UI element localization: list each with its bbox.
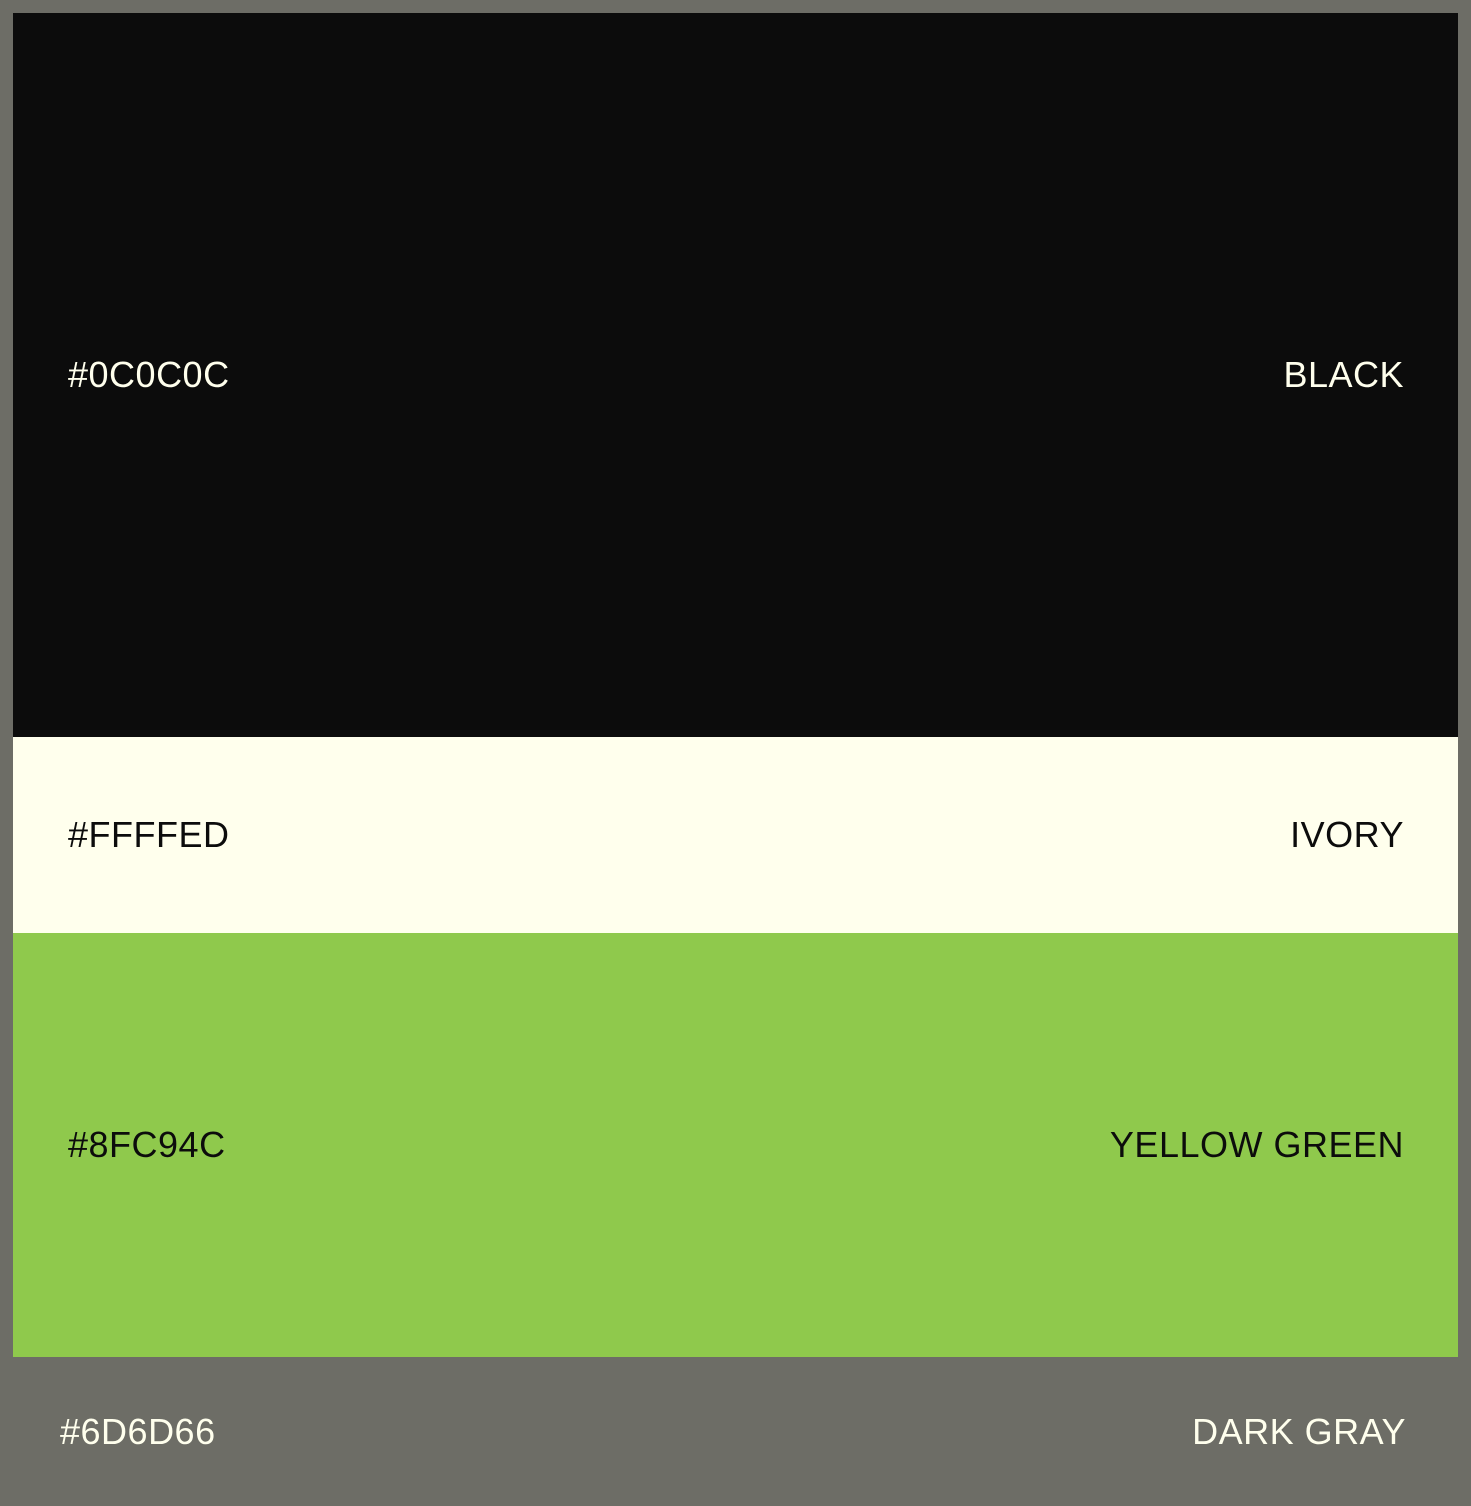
swatch-hex-code: #FFFFED xyxy=(68,814,230,855)
swatch-color-name: BLACK xyxy=(1283,354,1404,395)
swatch-hex-code: #8FC94C xyxy=(68,1124,226,1165)
swatch-hex-code: #0C0C0C xyxy=(68,354,230,395)
color-palette: #0C0C0C BLACK #FFFFED IVORY #8FC94C YELL… xyxy=(0,0,1471,1506)
swatch-black: #0C0C0C BLACK xyxy=(13,13,1458,737)
swatch-yellow-green: #8FC94C YELLOW GREEN xyxy=(13,933,1458,1357)
swatch-color-name: YELLOW GREEN xyxy=(1109,1124,1404,1165)
swatch-color-name: IVORY xyxy=(1290,814,1404,855)
swatch-color-name: DARK GRAY xyxy=(1192,1410,1406,1452)
swatch-ivory: #FFFFED IVORY xyxy=(13,737,1458,933)
swatch-hex-code: #6D6D66 xyxy=(60,1410,216,1452)
swatch-dark-gray: #6D6D66 DARK GRAY xyxy=(0,1357,1471,1506)
